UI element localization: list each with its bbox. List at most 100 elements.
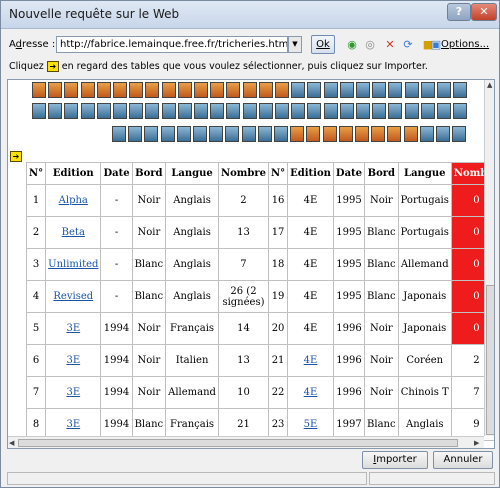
- card-thumbnail: [290, 126, 305, 142]
- title-bar: Nouvelle requête sur le Web ? ✕: [1, 1, 499, 29]
- table-cell: Français: [165, 312, 219, 345]
- table-cell: 22: [267, 376, 289, 409]
- edition-link[interactable]: 3E: [66, 387, 80, 398]
- card-thumbnail: [241, 126, 256, 142]
- edition-link[interactable]: 3E: [66, 355, 80, 366]
- stop-icon[interactable]: ✕: [383, 38, 397, 52]
- address-input[interactable]: http://fabrice.lemainque.free.fr/tricher…: [56, 36, 288, 53]
- edition-link[interactable]: 3E: [66, 419, 80, 430]
- table-cell: 1995: [332, 184, 366, 217]
- options-link[interactable]: Options...: [441, 39, 489, 50]
- table-cell: 5: [25, 312, 47, 345]
- table-cell: 1995: [332, 248, 366, 281]
- web-content-pane: ➔ N° Edition Date Bord Langue Nombre N° Edition…: [7, 79, 495, 449]
- table-cell: 4E: [287, 312, 334, 345]
- card-thumbnail: [112, 126, 126, 142]
- edition-link[interactable]: 4E: [304, 387, 318, 398]
- card-thumbnail: [145, 103, 160, 119]
- edition-link[interactable]: Unlimited: [48, 259, 98, 270]
- card-thumbnail: [210, 82, 225, 98]
- table-cell: Blanc: [131, 248, 167, 281]
- card-thumbnail: [64, 82, 79, 98]
- card-thumbnail: [225, 126, 240, 142]
- table-cell: Italien: [165, 344, 219, 377]
- card-thumbnail: [436, 126, 450, 142]
- table-cell: 16: [267, 184, 289, 217]
- edition-link[interactable]: Alpha: [59, 195, 88, 206]
- card-thumbnail: [372, 103, 387, 119]
- edition-link[interactable]: 3E: [66, 323, 80, 334]
- table-cell: Chinois T: [397, 376, 452, 409]
- column-header: Langue: [165, 162, 219, 185]
- help-button[interactable]: ?: [447, 3, 471, 21]
- edition-link[interactable]: Revised: [53, 291, 93, 302]
- card-thumbnail: [437, 82, 451, 98]
- table-cell: Japonais: [397, 312, 452, 345]
- edition-link[interactable]: Beta: [62, 227, 85, 238]
- dialog-footer: Importer Annuler: [7, 451, 495, 485]
- table-cell: 1995: [332, 216, 366, 249]
- cancel-button[interactable]: Annuler: [433, 451, 493, 469]
- table-cell: Revised: [45, 280, 102, 313]
- table-row: 2 Beta - Noir Anglais 13 17 4E 1995 Blanc Portugai…: [25, 216, 494, 249]
- column-header: Edition: [287, 162, 334, 185]
- edition-link[interactable]: 4E: [304, 355, 318, 366]
- table-cell: Alpha: [45, 184, 102, 217]
- table-row: 1 Alpha - Noir Anglais 2 16 4E 1995 Noir Portugais…: [25, 184, 494, 217]
- card-thumbnail: [307, 103, 322, 119]
- column-header: N°: [25, 162, 47, 185]
- close-button[interactable]: ✕: [471, 3, 497, 21]
- table-body: 1 Alpha - Noir Anglais 2 16 4E 1995 Noir Portugais…: [25, 184, 494, 441]
- address-bar: Adresse : http://fabrice.lemainque.free.…: [1, 35, 499, 55]
- card-thumbnail: [128, 126, 143, 142]
- card-thumbnail: [306, 126, 321, 142]
- table-cell: 3: [25, 248, 47, 281]
- scroll-left-icon[interactable]: ◀: [9, 439, 14, 447]
- card-thumbnail: [291, 82, 306, 98]
- table-cell: 26 (2 signées): [217, 280, 269, 313]
- ok-button[interactable]: Ok: [311, 35, 335, 54]
- card-thumbnail: [339, 82, 354, 98]
- table-header-row: N° Edition Date Bord Langue Nombre N° Edition Da…: [25, 162, 494, 185]
- card-thumbnail: [113, 103, 127, 119]
- table-row: 3 Unlimited - Blanc Anglais 7 18 4E 1995 Blanc All…: [25, 248, 494, 281]
- table-cell: 13: [217, 344, 269, 377]
- card-thumbnail: [242, 82, 257, 98]
- card-thumbnail: [404, 82, 419, 98]
- table-cell: 13: [217, 216, 269, 249]
- vertical-scrollbar[interactable]: ▲: [484, 80, 494, 436]
- card-thumbnail: [387, 126, 402, 142]
- column-header: Bord: [131, 162, 167, 185]
- table-cell: 18: [267, 248, 289, 281]
- horizontal-scrollbar[interactable]: ◀ ▶: [8, 436, 484, 448]
- window-title: Nouvelle requête sur le Web: [9, 7, 180, 21]
- card-thumbnail: [96, 82, 111, 98]
- forward-icon[interactable]: ◎: [363, 38, 377, 52]
- table-cell: Portugais: [397, 184, 452, 217]
- back-icon[interactable]: ◉: [345, 38, 359, 52]
- card-thumbnail: [453, 103, 468, 119]
- column-header: Langue: [397, 162, 452, 185]
- scroll-up-icon[interactable]: ▲: [487, 81, 492, 89]
- card-thumbnail: [48, 103, 63, 119]
- card-thumbnail: [48, 82, 63, 98]
- edition-link[interactable]: 5E: [304, 419, 318, 430]
- table-cell: -: [100, 184, 133, 217]
- card-thumbnail: [258, 82, 273, 98]
- scroll-right-icon[interactable]: ▶: [474, 439, 479, 447]
- table-cell: 1996: [332, 376, 366, 409]
- table-select-arrow-icon[interactable]: ➔: [10, 151, 22, 162]
- card-thumbnail: [176, 126, 191, 142]
- vertical-scroll-thumb[interactable]: [486, 285, 494, 435]
- import-button[interactable]: Importer: [362, 451, 428, 469]
- horizontal-scroll-thumb[interactable]: [18, 439, 458, 447]
- table-cell: Anglais: [165, 216, 219, 249]
- table-cell: 1996: [332, 344, 366, 377]
- table-row: 4 Revised - Blanc Anglais 26 (2 signées) 19 4E 1…: [25, 280, 494, 313]
- table-cell: Blanc: [364, 280, 399, 313]
- card-thumbnail: [275, 103, 289, 119]
- table-cell: 1994: [100, 344, 133, 377]
- address-dropdown[interactable]: ▼: [288, 36, 302, 53]
- card-thumbnail: [291, 103, 306, 119]
- refresh-icon[interactable]: ⟳: [401, 38, 415, 52]
